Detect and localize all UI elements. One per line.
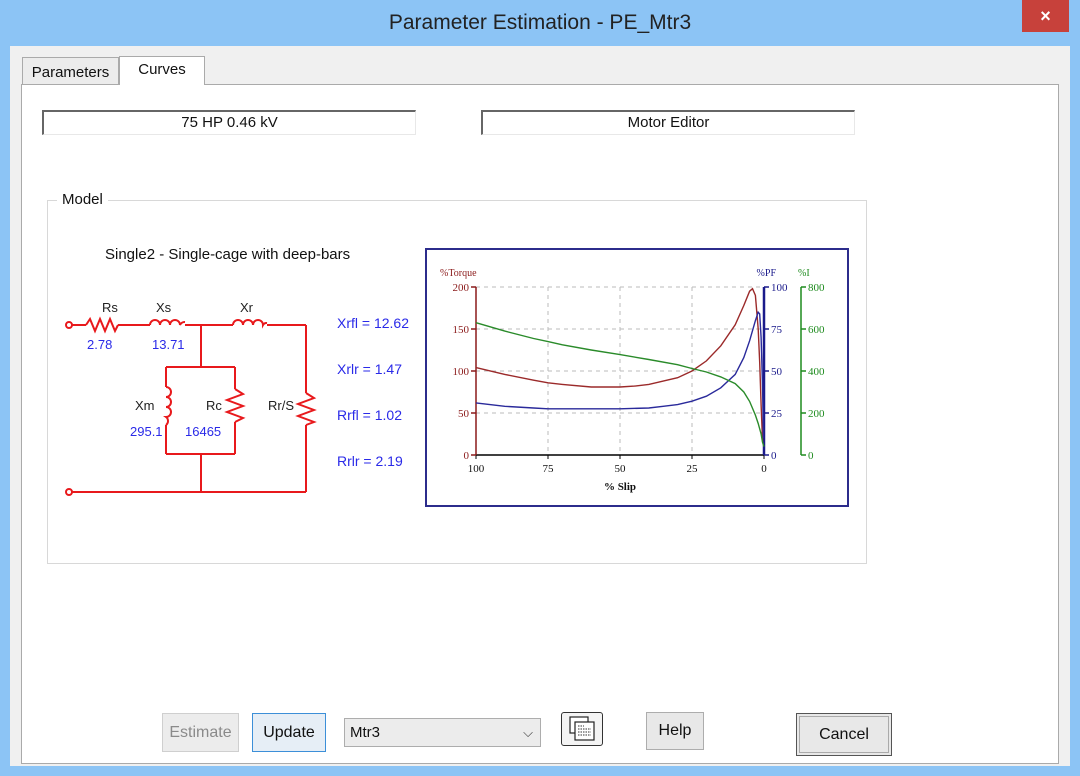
y-tick-label: 150 — [453, 324, 470, 336]
param-rrfl: Rrfl = 1.02 — [337, 407, 402, 423]
param-xrfl: Xrfl = 12.62 — [337, 315, 409, 331]
y-tick-label: 400 — [808, 366, 825, 378]
x-tick-label: 25 — [687, 463, 699, 475]
close-button[interactable]: × — [1022, 0, 1069, 32]
y-axis-title: %I — [798, 268, 810, 279]
x-tick-label: 50 — [615, 463, 627, 475]
close-icon: × — [1040, 6, 1051, 26]
y-axis-title: %Torque — [440, 268, 477, 279]
x-tick-label: 75 — [543, 463, 555, 475]
cancel-button[interactable]: Cancel — [796, 713, 892, 756]
chevron-down-icon: ⌵ — [523, 725, 533, 740]
copy-curves-button[interactable] — [561, 712, 603, 746]
motor-editor-field[interactable]: Motor Editor — [481, 110, 855, 135]
rs-value: 2.78 — [87, 337, 113, 352]
xm-value: 295.1 — [130, 424, 163, 439]
y-tick-label: 800 — [808, 282, 825, 294]
x-axis-title: % Slip — [604, 481, 636, 493]
help-button[interactable]: Help — [646, 712, 704, 750]
terminal-bottom — [65, 488, 73, 496]
y-tick-label: 200 — [453, 282, 470, 294]
rs-resistor-icon — [85, 316, 119, 334]
y-tick-label: 600 — [808, 324, 825, 336]
terminal-top — [65, 321, 73, 329]
rc-resistor-icon — [224, 388, 246, 423]
rs-label: Rs — [102, 300, 118, 315]
rrs-label: Rr/S — [268, 398, 294, 413]
model-group-label: Model — [57, 191, 108, 208]
xs-label: Xs — [156, 300, 172, 315]
window-title: Parameter Estimation - PE_Mtr3 — [388, 11, 692, 34]
y-tick-label: 50 — [771, 366, 783, 378]
motor-select-value: Mtr3 — [350, 724, 380, 741]
y-tick-label: 50 — [458, 408, 470, 420]
rating-field: 75 HP 0.46 kV — [42, 110, 416, 135]
series-line-pct-torque — [475, 287, 764, 443]
x-tick-label: 100 — [468, 463, 485, 475]
estimate-button[interactable]: Estimate — [162, 713, 239, 752]
xm-label: Xm — [135, 398, 155, 413]
rrs-resistor-icon — [295, 392, 317, 426]
param-rrlr: Rrlr = 2.19 — [337, 453, 403, 469]
y-tick-label: 0 — [771, 450, 777, 462]
tab-parameters[interactable]: Parameters — [22, 57, 119, 84]
xm-inductor-icon — [163, 386, 172, 426]
y-tick-label: 0 — [808, 450, 814, 462]
copy-pages-icon — [569, 716, 595, 741]
y-axis-title: %PF — [757, 268, 777, 279]
x-tick-label: 0 — [761, 463, 767, 475]
update-button[interactable]: Update — [252, 713, 326, 752]
xs-value: 13.71 — [152, 337, 185, 352]
y-tick-label: 100 — [771, 282, 788, 294]
y-tick-label: 25 — [771, 408, 783, 420]
xs-inductor-icon — [149, 319, 186, 326]
motor-select[interactable]: Mtr3 ⌵ — [344, 718, 541, 747]
param-xrlr: Xrlr = 1.47 — [337, 361, 402, 377]
xr-inductor-icon — [232, 319, 268, 329]
y-tick-label: 100 — [453, 366, 470, 378]
curves-chart: 100 75 50 25 0 % Slip 0 50 100 150 200 %Torque 0 25 50… — [440, 268, 825, 493]
xr-label: Xr — [240, 300, 253, 315]
tab-curves[interactable]: Curves — [119, 56, 205, 85]
rc-label: Rc — [206, 398, 222, 413]
y-tick-label: 0 — [464, 450, 470, 462]
model-title: Single2 - Single-cage with deep-bars — [105, 246, 351, 263]
y-tick-label: 200 — [808, 408, 825, 420]
y-tick-label: 75 — [771, 324, 783, 336]
rc-value: 16465 — [185, 424, 222, 439]
